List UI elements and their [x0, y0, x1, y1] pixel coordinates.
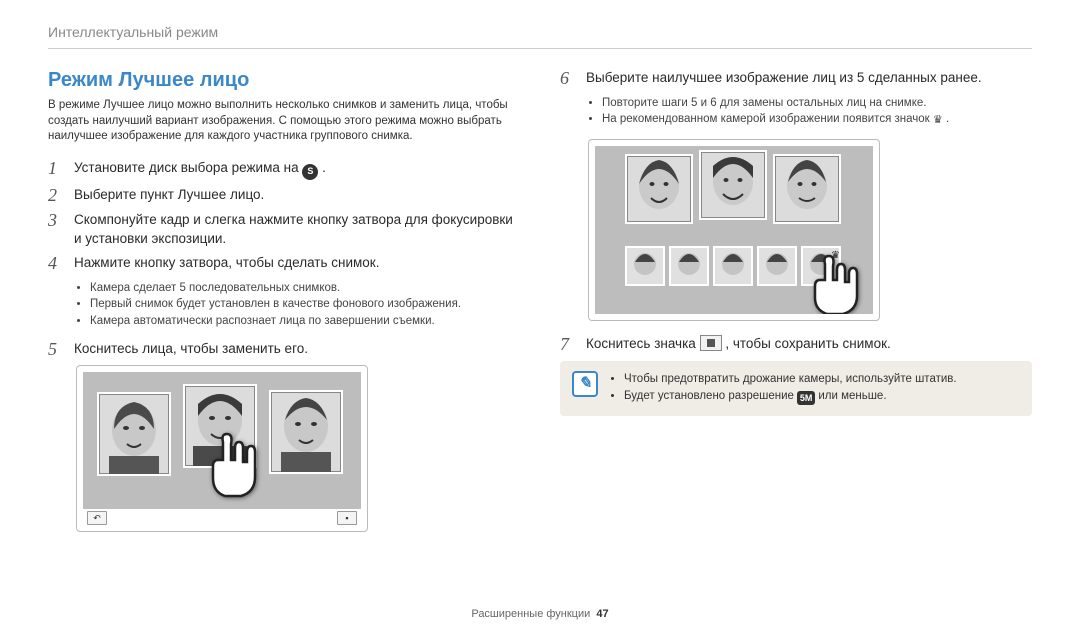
text-fragment: Установите диск выбора режима на: [74, 160, 302, 175]
page-title: Режим Лучшее лицо: [48, 69, 520, 92]
face-box: [97, 392, 171, 476]
resolution-5m-icon: 5M: [797, 391, 815, 405]
face-thumbnail: [757, 246, 797, 286]
sub-item: Повторите шаги 5 и 6 для замены остальны…: [602, 95, 1032, 112]
text-fragment: Коснитесь значка: [586, 336, 700, 351]
steps-list-right-2: 7 Коснитесь значка , чтобы сохранить сни…: [560, 335, 1032, 355]
step-number: 7: [560, 335, 576, 355]
sub-item: Камера автоматически распознает лица по …: [90, 313, 520, 330]
intro-paragraph: В режиме Лучшее лицо можно выполнить нес…: [48, 98, 520, 145]
manual-page: Интеллектуальный режим Режим Лучшее лицо…: [0, 0, 1080, 630]
step-text: Скомпонуйте кадр и слегка нажмите кнопку…: [74, 211, 520, 247]
face-box: [699, 150, 767, 220]
page-number: 47: [596, 608, 608, 620]
step-6-subitems: Повторите шаги 5 и 6 для замены остальны…: [588, 95, 1032, 130]
sub-item: Первый снимок будет установлен в качеств…: [90, 296, 520, 313]
face-box: [625, 154, 693, 224]
steps-list-left-2: 5 Коснитесь лица, чтобы заменить его.: [48, 340, 520, 360]
text-fragment: .: [322, 160, 326, 175]
photo-area: ♛: [595, 146, 873, 314]
face-thumbnail: [713, 246, 753, 286]
step-text: Коснитесь лица, чтобы заменить его.: [74, 340, 520, 358]
photo-area: [83, 372, 361, 509]
left-column: Режим Лучшее лицо В режиме Лучшее лицо м…: [48, 69, 520, 602]
face-thumbnail: [669, 246, 709, 286]
back-icon: ↶: [87, 511, 107, 525]
step-1: 1 Установите диск выбора режима на S .: [48, 159, 520, 180]
note-box: ✎ Чтобы предотвратить дрожание камеры, и…: [560, 361, 1032, 416]
step-4-subitems: Камера сделает 5 последовательных снимко…: [76, 280, 520, 330]
step-number: 3: [48, 211, 64, 231]
face-thumbnail: [625, 246, 665, 286]
text-fragment: или меньше.: [818, 390, 886, 402]
illustration-face-select: ↶ ▪: [76, 365, 368, 532]
step-number: 1: [48, 159, 64, 179]
step-4: 4 Нажмите кнопку затвора, чтобы сделать …: [48, 254, 520, 274]
step-number: 2: [48, 186, 64, 206]
step-6: 6 Выберите наилучшее изображение лиц из …: [560, 69, 1032, 89]
face-box: [269, 390, 343, 474]
step-number: 4: [48, 254, 64, 274]
section-header: Интеллектуальный режим: [48, 24, 1032, 40]
face-box: [773, 154, 841, 224]
save-icon: [700, 335, 722, 351]
step-7: 7 Коснитесь значка , чтобы сохранить сни…: [560, 335, 1032, 355]
text-fragment: Будет установлено разрешение: [624, 390, 797, 402]
footer-section-label: Расширенные функции: [471, 608, 590, 620]
step-number: 5: [48, 340, 64, 360]
save-small-icon: ▪: [337, 511, 357, 525]
step-text: Установите диск выбора режима на S .: [74, 159, 520, 180]
step-5: 5 Коснитесь лица, чтобы заменить его.: [48, 340, 520, 360]
text-fragment: , чтобы сохранить снимок.: [725, 336, 890, 351]
steps-list-left: 1 Установите диск выбора режима на S . 2…: [48, 159, 520, 274]
note-item: Будет установлено разрешение 5M или мень…: [624, 388, 957, 405]
step-number: 6: [560, 69, 576, 89]
step-text: Выберите наилучшее изображение лиц из 5 …: [586, 69, 1032, 87]
text-fragment: .: [946, 113, 949, 125]
frame-bottom-bar: ↶ ▪: [83, 511, 361, 525]
page-footer: Расширенные функции 47: [48, 602, 1032, 620]
step-2: 2 Выберите пункт Лучшее лицо.: [48, 186, 520, 206]
right-column: 6 Выберите наилучшее изображение лиц из …: [560, 69, 1032, 602]
crown-icon: ♛: [933, 113, 943, 129]
step-3: 3 Скомпонуйте кадр и слегка нажмите кноп…: [48, 211, 520, 247]
divider: [48, 48, 1032, 49]
tap-hand-icon: [805, 254, 865, 314]
step-text: Нажмите кнопку затвора, чтобы сделать сн…: [74, 254, 520, 272]
sub-item: Камера сделает 5 последовательных снимко…: [90, 280, 520, 297]
mode-dial-s-icon: S: [302, 164, 318, 180]
note-list: Чтобы предотвратить дрожание камеры, исп…: [608, 371, 957, 406]
illustration-face-pick: ♛: [588, 139, 880, 321]
tap-hand-icon: [203, 432, 263, 502]
sub-item: На рекомендованном камерой изображении п…: [602, 111, 1032, 129]
step-text: Коснитесь значка , чтобы сохранить снимо…: [586, 335, 1032, 353]
steps-list-right: 6 Выберите наилучшее изображение лиц из …: [560, 69, 1032, 89]
note-item: Чтобы предотвратить дрожание камеры, исп…: [624, 371, 957, 388]
text-fragment: На рекомендованном камерой изображении п…: [602, 113, 933, 125]
step-text: Выберите пункт Лучшее лицо.: [74, 186, 520, 204]
columns: Режим Лучшее лицо В режиме Лучшее лицо м…: [48, 69, 1032, 602]
note-info-icon: ✎: [572, 371, 598, 397]
